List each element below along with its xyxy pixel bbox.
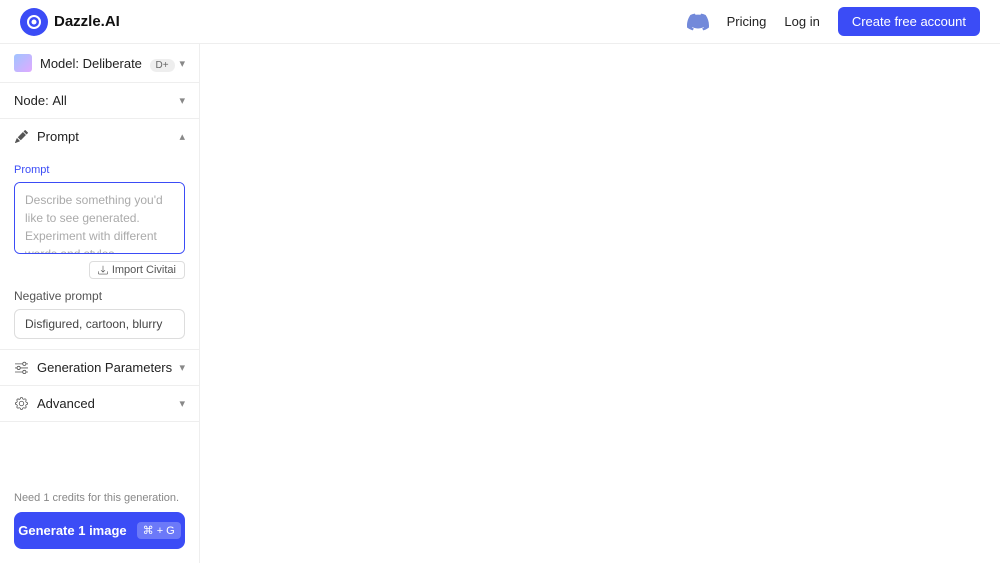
model-label: Model: Deliberate D+ bbox=[40, 56, 175, 71]
header: Dazzle.AI Pricing Log in Create free acc… bbox=[0, 0, 1000, 44]
model-thumbnail bbox=[14, 54, 32, 72]
import-icon bbox=[98, 265, 108, 275]
main-layout: Model: Deliberate D+ ▾ Node: All ▾ bbox=[0, 44, 1000, 563]
advanced-left: Advanced bbox=[14, 396, 95, 411]
node-chevron: ▾ bbox=[179, 94, 185, 107]
login-link[interactable]: Log in bbox=[784, 14, 819, 29]
model-chevron: ▾ bbox=[179, 57, 185, 70]
gen-params-left: Generation Parameters bbox=[14, 360, 172, 375]
import-civitai-button[interactable]: Import Civitai bbox=[89, 261, 185, 279]
import-row: Import Civitai bbox=[14, 261, 185, 279]
prompt-body: Prompt Import Civitai Negative prompt bbox=[0, 154, 199, 349]
logo-text: Dazzle.AI bbox=[54, 13, 120, 30]
prompt-title: Prompt bbox=[37, 129, 79, 144]
logo-area: Dazzle.AI bbox=[20, 8, 120, 36]
generate-shortcut: ⌘ + G bbox=[137, 522, 181, 539]
gen-params-label: Generation Parameters bbox=[37, 360, 172, 375]
generate-button[interactable]: Generate 1 image ⌘ + G bbox=[14, 512, 185, 549]
neg-prompt-input[interactable] bbox=[14, 309, 185, 339]
header-nav: Pricing Log in Create free account bbox=[687, 7, 980, 36]
prompt-section: Prompt ▴ Prompt Import Civitai Negat bbox=[0, 119, 199, 350]
model-badge: D+ bbox=[150, 59, 175, 72]
advanced-section: Advanced ▾ bbox=[0, 386, 199, 422]
pricing-link[interactable]: Pricing bbox=[727, 14, 767, 29]
generation-params-section: Generation Parameters ▾ bbox=[0, 350, 199, 386]
prompt-field-label: Prompt bbox=[14, 164, 185, 176]
node-row[interactable]: Node: All ▾ bbox=[0, 83, 199, 118]
logo-icon bbox=[20, 8, 48, 36]
advanced-row[interactable]: Advanced ▾ bbox=[0, 386, 199, 421]
model-section: Model: Deliberate D+ ▾ bbox=[0, 44, 199, 83]
model-row-left: Model: Deliberate D+ bbox=[14, 54, 175, 72]
generate-label: Generate 1 image bbox=[18, 523, 126, 538]
prompt-chevron: ▴ bbox=[179, 130, 185, 143]
model-row[interactable]: Model: Deliberate D+ ▾ bbox=[0, 44, 199, 82]
gear-icon bbox=[14, 396, 29, 411]
discord-icon[interactable] bbox=[687, 11, 709, 33]
generation-params-row[interactable]: Generation Parameters ▾ bbox=[0, 350, 199, 385]
node-row-left: Node: All bbox=[14, 93, 67, 108]
prompt-textarea[interactable] bbox=[14, 182, 185, 254]
neg-prompt-label: Negative prompt bbox=[14, 289, 185, 303]
prompt-header-left: Prompt bbox=[14, 129, 79, 144]
credits-text: Need 1 credits for this generation. bbox=[14, 492, 185, 504]
advanced-label: Advanced bbox=[37, 396, 95, 411]
import-civitai-label: Import Civitai bbox=[112, 264, 176, 276]
prompt-header-row[interactable]: Prompt ▴ bbox=[0, 119, 199, 154]
sliders-icon bbox=[14, 360, 29, 375]
gen-params-chevron: ▾ bbox=[179, 361, 185, 374]
node-section: Node: All ▾ bbox=[0, 83, 199, 119]
sidebar-footer: Need 1 credits for this generation. Gene… bbox=[0, 480, 199, 563]
pencil-icon bbox=[14, 129, 29, 144]
sidebar: Model: Deliberate D+ ▾ Node: All ▾ bbox=[0, 44, 200, 563]
content-area bbox=[200, 44, 1000, 563]
create-account-button[interactable]: Create free account bbox=[838, 7, 980, 36]
node-label: Node: All bbox=[14, 93, 67, 108]
advanced-chevron: ▾ bbox=[179, 397, 185, 410]
